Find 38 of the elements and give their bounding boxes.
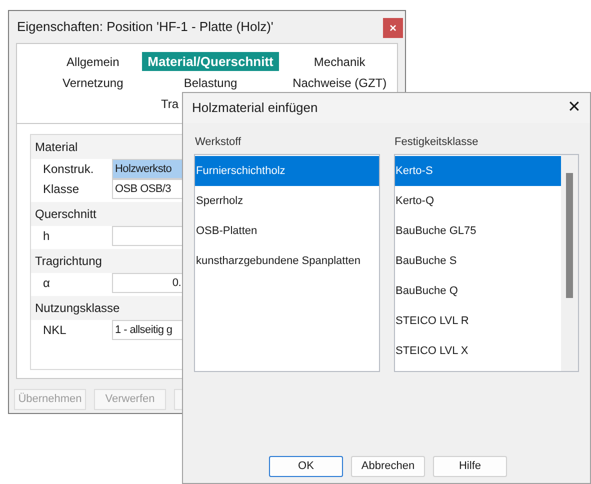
scroll-thumb[interactable] <box>566 173 573 298</box>
section-heading: Tragrichtung <box>35 253 102 270</box>
list-item[interactable]: Kerto-S <box>394 156 561 186</box>
list-item[interactable]: Furnierschichtholz <box>195 156 378 186</box>
dialog-title: Holzmaterial einfügen <box>192 99 318 118</box>
list-item[interactable]: BauBuche S <box>394 246 561 276</box>
button[interactable]: Abbrechen <box>351 456 425 477</box>
list-item[interactable]: BauBuche GL75 <box>394 216 561 246</box>
button[interactable]: OK <box>269 456 343 477</box>
list-item[interactable]: OSB-Platten <box>195 216 378 246</box>
list-item[interactable]: STEICO LVL X <box>394 336 561 366</box>
tab[interactable]: Allgemein <box>62 52 124 71</box>
list-label: Werkstoff <box>194 135 242 150</box>
close-button[interactable]: × <box>383 18 403 38</box>
window-title: Eigenschaften: Position 'HF-1 - Platte (Holz)' <box>17 18 274 36</box>
tab[interactable]: Belastung <box>180 73 242 92</box>
tab[interactable]: Nachweise (GZT) <box>288 73 391 92</box>
property-label: Klasse <box>43 181 80 198</box>
tab[interactable]: Vernetzung <box>58 73 128 92</box>
list-item[interactable]: STEICO LVL R <box>394 306 561 336</box>
property-label: Konstruk. <box>43 161 95 178</box>
scrollbar[interactable] <box>561 155 578 371</box>
property-label: α <box>43 275 51 292</box>
button[interactable]: Hilfe <box>433 456 507 477</box>
property-label: h <box>43 228 51 245</box>
close-button[interactable]: ✕ <box>564 98 584 118</box>
property-label: NKL <box>43 322 68 339</box>
section-heading: Nutzungsklasse <box>35 300 120 317</box>
section-heading: Querschnitt <box>35 206 96 223</box>
list-item[interactable]: Kerto-Q <box>394 186 561 216</box>
section-heading: Material <box>35 139 78 156</box>
list-item[interactable]: Sperrholz <box>195 186 378 216</box>
tab[interactable]: Tra <box>157 94 183 113</box>
list-item[interactable]: kunstharzgebundene Spanplatten <box>195 246 378 276</box>
list-item[interactable]: BauBuche Q <box>394 276 561 306</box>
tab[interactable]: Mechanik <box>310 52 370 71</box>
tab[interactable]: Material/Querschnitt <box>142 52 280 71</box>
list-label: Festigkeitsklasse <box>394 135 480 150</box>
